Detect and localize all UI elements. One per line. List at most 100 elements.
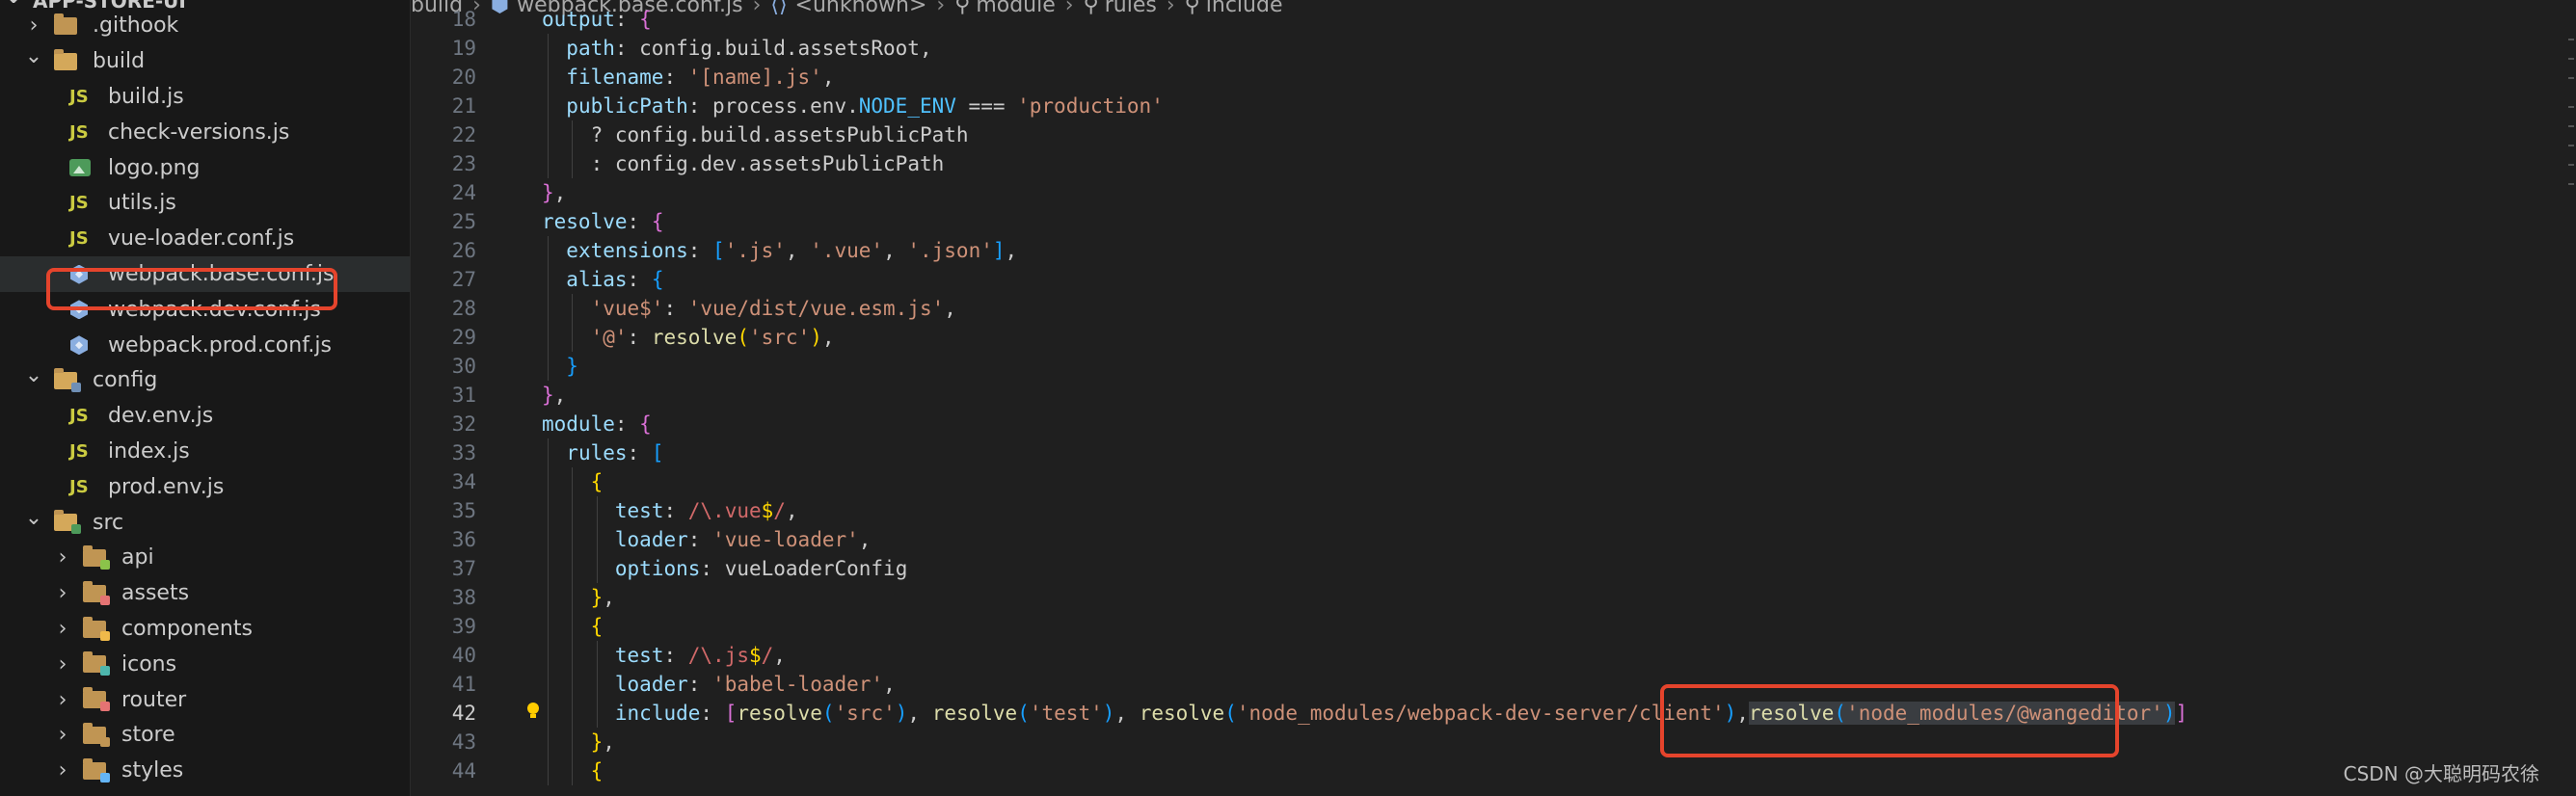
code-token: 'test' <box>1029 702 1103 725</box>
code-line[interactable]: 21 publicPath: process.env.NODE_ENV === '… <box>411 92 2576 120</box>
tree-item[interactable]: › styles <box>0 753 410 788</box>
chevron-down-icon[interactable]: ⌄ <box>23 506 44 530</box>
tree-item-label: src <box>93 510 124 535</box>
tree-item[interactable]: › store <box>0 718 410 754</box>
code-line[interactable]: 41 loader: 'babel-loader', <box>411 670 2576 699</box>
code-line[interactable]: 40 test: /\.js$/, <box>411 641 2576 670</box>
minimap[interactable] <box>2566 0 2576 796</box>
chevron-right-icon[interactable]: › <box>52 545 73 570</box>
code-token: resolve <box>931 702 1018 725</box>
chevron-down-icon[interactable]: ⌄ <box>23 363 44 387</box>
code-token: ? config.build.assetsPublicPath <box>590 123 969 146</box>
tree-item[interactable]: logo.png <box>0 150 410 186</box>
code-line[interactable]: 35 test: /\.vue$/, <box>411 496 2576 525</box>
code-token: test <box>614 644 664 667</box>
tree-item[interactable]: › router <box>0 682 410 718</box>
code-token: : <box>663 66 688 89</box>
tree-item[interactable]: › .githook <box>0 9 410 44</box>
selected-file-highlight <box>46 268 337 310</box>
code-line[interactable]: 42 include: [resolve('src'), resolve('tes… <box>411 699 2576 728</box>
code-token: : <box>663 644 688 667</box>
tree-item[interactable]: › api <box>0 541 410 576</box>
code-line[interactable]: 25 resolve: { <box>411 207 2576 236</box>
indent-guide <box>548 699 549 728</box>
code-token: '.vue' <box>810 239 884 262</box>
code-line[interactable]: 30} <box>411 352 2576 381</box>
code-line[interactable]: 44 { <box>411 756 2576 785</box>
code-line[interactable]: 31}, <box>411 381 2576 410</box>
tree-item[interactable]: JS index.js <box>0 434 410 469</box>
tree-item[interactable]: ⌄ build <box>0 43 410 79</box>
code-line[interactable]: 33 rules: [ <box>411 438 2576 467</box>
code-token: include <box>614 702 701 725</box>
lightbulb-icon[interactable] <box>526 703 540 720</box>
tree-item[interactable]: JS vue-loader.conf.js <box>0 221 410 256</box>
code-token: , <box>907 702 932 725</box>
tree-item[interactable]: ⌄ src <box>0 505 410 541</box>
folder-components-icon <box>83 616 112 641</box>
code-line[interactable]: 39 { <box>411 612 2576 641</box>
indent-guide <box>596 641 598 670</box>
code-text: }, <box>542 381 566 410</box>
code-line[interactable]: 22 ? config.build.assetsPublicPath <box>411 120 2576 149</box>
tree-item[interactable]: › icons <box>0 647 410 682</box>
folder-badge <box>100 559 110 570</box>
code-line[interactable]: 38}, <box>411 583 2576 612</box>
tree-item[interactable]: JS build.js <box>0 79 410 115</box>
indent-guide <box>548 352 549 381</box>
folder-badge <box>71 382 81 392</box>
code-line[interactable]: 23: config.dev.assetsPublicPath <box>411 149 2576 178</box>
line-number: 41 <box>451 673 476 696</box>
code-line[interactable]: 37 options: vueLoaderConfig <box>411 554 2576 583</box>
chevron-right-icon[interactable]: › <box>52 652 73 677</box>
folder-glyph <box>83 687 110 712</box>
chevron-right-icon[interactable]: › <box>52 581 73 605</box>
tree-item[interactable]: JS dev.env.js <box>0 398 410 434</box>
code-token: resolve <box>1139 702 1225 725</box>
tree-item[interactable]: JS check-versions.js <box>0 115 410 150</box>
code-text: extensions: ['.js', '.vue', '.json'], <box>566 236 1017 265</box>
chevron-right-icon[interactable]: › <box>52 723 73 747</box>
tree-item[interactable]: JS utils.js <box>0 186 410 222</box>
indent-guide <box>548 438 549 467</box>
code-token: resolve <box>737 702 822 725</box>
line-number: 20 <box>451 66 476 89</box>
code-line[interactable]: 27 alias: { <box>411 265 2576 294</box>
code-line[interactable]: 34 { <box>411 467 2576 496</box>
tree-item[interactable]: ⌄ config <box>0 363 410 399</box>
code-line[interactable]: 28 'vue$': 'vue/dist/vue.esm.js', <box>411 294 2576 323</box>
chevron-down-icon[interactable]: ⌄ <box>23 44 44 68</box>
folder-glyph <box>83 722 110 747</box>
code-line[interactable]: 32 module: { <box>411 410 2576 438</box>
chevron-right-icon[interactable]: › <box>52 688 73 712</box>
js-badge: JS <box>69 228 89 250</box>
tree-item[interactable]: webpack.prod.conf.js <box>0 328 410 363</box>
indent-guide <box>572 496 574 525</box>
code-line[interactable]: 29 '@': resolve('src'), <box>411 323 2576 352</box>
code-token: 'babel-loader' <box>712 673 884 696</box>
chevron-right-icon[interactable]: › <box>52 758 73 783</box>
code-token: resolve <box>651 326 738 349</box>
code-line[interactable]: 24}, <box>411 178 2576 207</box>
code-line[interactable]: 18 output: { <box>411 5 2576 34</box>
js-badge: JS <box>69 406 89 427</box>
tree-item[interactable]: JS prod.env.js <box>0 469 410 505</box>
indent-guide <box>596 496 598 525</box>
line-number: 35 <box>451 499 476 522</box>
code-line[interactable]: 43}, <box>411 728 2576 756</box>
code-line[interactable]: 20 filename: '[name].js', <box>411 63 2576 92</box>
chevron-right-icon[interactable]: › <box>52 617 73 641</box>
code-token: { <box>590 759 604 783</box>
code-line[interactable]: 19 path: config.build.assetsRoot, <box>411 34 2576 63</box>
code-line[interactable]: 26 extensions: ['.js', '.vue', '.json'], <box>411 236 2576 265</box>
code-token: 'vue/dist/vue.esm.js' <box>687 297 945 320</box>
tree-item-label: build <box>93 49 146 74</box>
tree-item[interactable]: › components <box>0 611 410 647</box>
code-token: ] <box>992 239 1006 262</box>
indent-guide <box>596 525 598 554</box>
code-line[interactable]: 36 loader: 'vue-loader', <box>411 525 2576 554</box>
code-token: publicPath <box>566 94 688 118</box>
chevron-right-icon[interactable]: › <box>23 13 44 38</box>
code-token: ) <box>895 702 908 725</box>
tree-item[interactable]: › assets <box>0 575 410 611</box>
